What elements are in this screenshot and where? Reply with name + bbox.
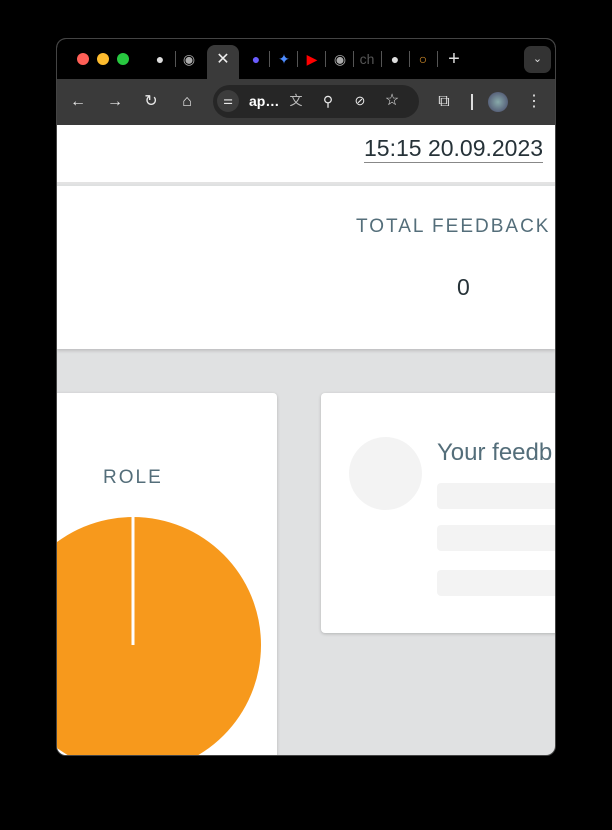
github-check-icon: ● — [390, 51, 400, 67]
tab-q[interactable]: ● — [246, 49, 266, 69]
total-feedback-value: 0 — [457, 274, 470, 300]
close-window-button[interactable] — [77, 53, 89, 65]
q-icon: ● — [251, 51, 261, 67]
home-icon: ⌂ — [182, 93, 192, 110]
star-icon[interactable]: ☆ — [381, 90, 403, 112]
tab-circle[interactable]: ○ — [413, 49, 433, 69]
avatar[interactable] — [488, 92, 508, 112]
tab-ch[interactable]: ch — [357, 49, 377, 69]
address-bar[interactable]: ⚌ ap… 文 ⚲ ⊘ ☆ — [213, 85, 419, 118]
kebab-menu-icon: ⋮ — [526, 93, 542, 110]
stats-panel: TOTAL FEEDBACK 0 — [57, 186, 555, 349]
tab-bar: ● ◉ ✕ ● ✦ ▶ ◉ ch ● ○ + ⌄ — [57, 39, 555, 81]
extensions-button[interactable]: ⧉ — [433, 91, 455, 113]
tab-active[interactable]: ✕ — [207, 45, 239, 81]
feedback-card: Your feedb — [321, 393, 555, 633]
tab-github-check[interactable]: ● — [385, 49, 405, 69]
back-button[interactable]: ← — [67, 91, 89, 113]
feedback-title: Your feedb — [437, 439, 553, 466]
tab-youtube[interactable]: ▶ — [302, 49, 322, 69]
github-icon: ● — [155, 51, 165, 67]
maximize-window-button[interactable] — [117, 53, 129, 65]
reload-button[interactable]: ↻ — [140, 91, 162, 113]
browser-window: ● ◉ ✕ ● ✦ ▶ ◉ ch ● ○ + ⌄ ← → ↻ ⌂ ⚌ ap… 文… — [56, 38, 556, 756]
pie-slice[interactable] — [56, 517, 261, 756]
role-card: ROLE — [56, 393, 277, 756]
skeleton-line — [437, 483, 555, 509]
role-pie-chart — [56, 517, 261, 756]
minimize-window-button[interactable] — [97, 53, 109, 65]
page-header: 15:15 20.09.2023 — [57, 125, 555, 184]
puzzle-icon: ⧉ — [438, 93, 450, 110]
skeleton-line — [437, 570, 555, 596]
arrow-right-icon: → — [107, 93, 123, 110]
datetime-link[interactable]: 15:15 20.09.2023 — [364, 135, 544, 163]
home-button[interactable]: ⌂ — [176, 91, 198, 113]
chevron-down-icon: ⌄ — [532, 53, 543, 65]
toolbar: ← → ↻ ⌂ ⚌ ap… 文 ⚲ ⊘ ☆ ⧉ ⋮ — [57, 79, 555, 125]
tab-globe-2[interactable]: ◉ — [330, 49, 350, 69]
translate-icon[interactable]: 文 — [285, 90, 307, 112]
ch-icon: ch — [359, 51, 375, 67]
new-tab-button[interactable]: + — [444, 49, 464, 69]
divider — [471, 94, 473, 110]
total-feedback-label: TOTAL FEEDBACK — [356, 216, 551, 237]
site-settings-icon[interactable]: ⚌ — [217, 90, 239, 112]
zoom-icon[interactable]: ⚲ — [317, 90, 339, 112]
avatar-placeholder — [349, 437, 422, 510]
arrow-left-icon: ← — [70, 93, 86, 110]
url-text[interactable]: ap… — [249, 93, 279, 109]
reload-icon: ↻ — [144, 93, 158, 110]
sparkle-icon: ✦ — [278, 51, 290, 67]
close-icon[interactable]: ✕ — [216, 51, 229, 68]
skeleton-line — [437, 525, 555, 551]
plus-icon: + — [448, 48, 460, 70]
forward-button[interactable]: → — [104, 91, 126, 113]
eye-off-icon[interactable]: ⊘ — [349, 90, 371, 112]
tab-gemini[interactable]: ✦ — [274, 49, 294, 69]
tab-search-button[interactable]: ⌄ — [524, 46, 551, 73]
page-content: 15:15 20.09.2023 TOTAL FEEDBACK 0 ROLE Y… — [57, 125, 555, 755]
tab-globe[interactable]: ◉ — [179, 49, 199, 69]
globe-icon: ◉ — [333, 51, 347, 67]
circle-icon: ○ — [418, 51, 428, 67]
globe-icon: ◉ — [182, 51, 196, 67]
youtube-icon: ▶ — [306, 51, 318, 67]
tab-github[interactable]: ● — [150, 49, 170, 69]
menu-button[interactable]: ⋮ — [523, 91, 545, 113]
